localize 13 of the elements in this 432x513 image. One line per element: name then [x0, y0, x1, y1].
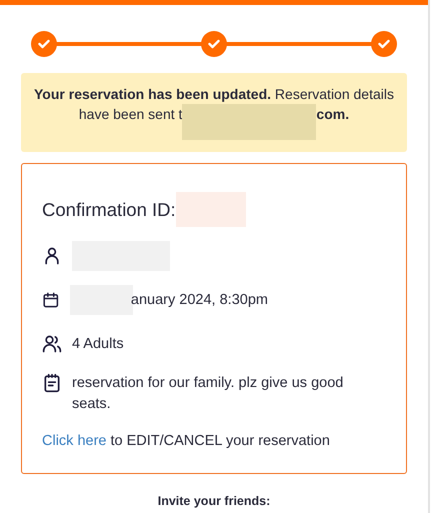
banner-text: Your reservation has been updated. Reservation details [34, 85, 394, 104]
banner-text: have been sent t [78, 105, 182, 124]
edit-text: to EDIT/CANCEL your reservation [110, 433, 330, 449]
notepad-icon [42, 373, 62, 393]
invite-heading: Invite your friends: [158, 494, 270, 508]
confirmation-label: Confirmation ID: [42, 198, 176, 220]
email-domain: com. [316, 105, 350, 124]
detail-text: reservation for our family. plz give us good seats. [72, 374, 344, 414]
edit-link[interactable]: Click here [42, 433, 106, 449]
calendar-icon [42, 290, 60, 310]
detail-text: 4 Adults [72, 334, 125, 354]
people-icon [42, 334, 62, 354]
detail-text: anuary 2024, 8:30pm [130, 290, 269, 310]
